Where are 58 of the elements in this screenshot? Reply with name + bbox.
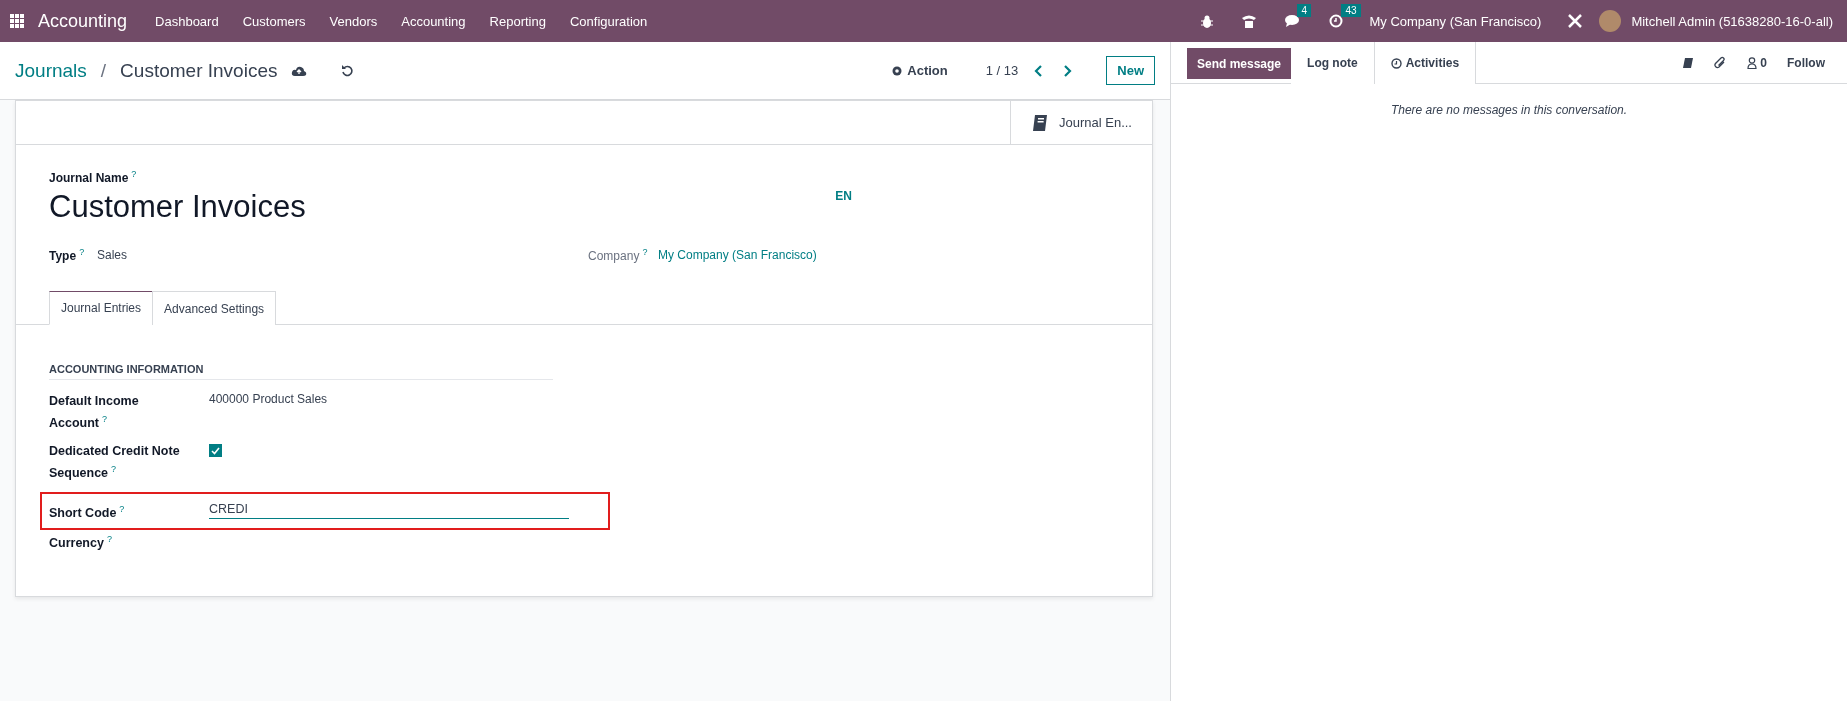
empty-conversation-message: There are no messages in this conversation. [1389, 103, 1629, 117]
field-label: Currency $^{?}$ [49, 533, 113, 553]
help-mark[interactable]: ? [131, 169, 137, 179]
user-menu[interactable]: Mitchell Admin (51638280-16-0-all) [1631, 13, 1833, 29]
app-name[interactable]: Accounting [38, 10, 128, 32]
journal-entries-smart-button[interactable]: Journal En... [1010, 101, 1152, 144]
cloud-upload-icon[interactable] [291, 64, 308, 77]
action-menu-button[interactable]: Action [885, 62, 954, 79]
gear-icon [891, 64, 904, 77]
clock-icon[interactable] [1329, 14, 1344, 28]
undo-icon[interactable] [341, 64, 355, 77]
new-button[interactable]: New [1106, 56, 1155, 85]
field-label: Default Income Account $^{?}$ [49, 393, 140, 433]
person-icon [1747, 56, 1758, 69]
book-icon [1031, 113, 1049, 132]
field-label: Short Code $^{?}$ [49, 503, 126, 523]
help-mark[interactable]: ? [119, 504, 125, 515]
message-count-badge: 4 [1297, 4, 1311, 17]
breadcrumb-link[interactable]: Journals [15, 59, 87, 82]
language-button[interactable]: EN [835, 189, 852, 203]
nav-menu-item[interactable]: Accounting [391, 13, 476, 29]
nav-menu-item[interactable]: Reporting [479, 13, 556, 29]
clock-icon [1390, 57, 1402, 69]
type-value: Sales [97, 248, 128, 262]
help-mark[interactable]: ? [106, 534, 112, 545]
activity-count-badge: 43 [1341, 4, 1361, 17]
breadcrumb-separator: / [100, 59, 107, 82]
activities-tab[interactable]: Activities [1373, 42, 1477, 84]
company-switcher[interactable]: My Company (San Francisco) [1359, 13, 1552, 29]
help-mark[interactable]: ? [111, 464, 117, 475]
follow-button[interactable]: Follow [1777, 42, 1835, 83]
pager-value[interactable]: 1 / 13 [985, 63, 1019, 78]
journal-name: Customer Invoices [49, 189, 306, 225]
field-label: Dedicated Credit Note Sequence $^{?}$ [49, 443, 181, 483]
help-mark[interactable]: ? [79, 247, 85, 257]
field-label: Type $^{?}$ [49, 247, 86, 263]
bug-icon[interactable] [1201, 14, 1214, 28]
company-link[interactable]: My Company (San Francisco) [658, 248, 817, 262]
form-tab[interactable]: Advanced Settings [152, 291, 277, 325]
phone-icon[interactable] [1241, 13, 1258, 29]
field-value: 400000 Product Sales [209, 392, 329, 406]
field-label: Company $^{?}$ [588, 247, 649, 263]
chat-icon[interactable] [1285, 14, 1302, 28]
section-title: ACCOUNTING INFORMATION [49, 363, 553, 380]
apps-menu-icon[interactable] [10, 14, 24, 28]
nav-menu-item[interactable]: Vendors [319, 13, 388, 29]
nav-menu-item[interactable]: Configuration [559, 13, 658, 29]
nav-menu-item[interactable]: Dashboard [145, 13, 229, 29]
send-message-button[interactable]: Send message [1187, 48, 1292, 79]
nav-menu-item[interactable]: Customers [232, 13, 316, 29]
form-tab[interactable]: Journal Entries [49, 291, 154, 325]
field-label: Journal Name $^{?}$ [49, 169, 138, 185]
input-field[interactable]: CREDI [209, 500, 569, 520]
help-mark[interactable]: ? [642, 247, 648, 257]
breadcrumb-current: Customer Invoices [120, 59, 278, 82]
checkbox[interactable] [209, 444, 222, 458]
followers-button[interactable]: 0 [1737, 42, 1777, 83]
help-mark[interactable]: ? [102, 414, 107, 424]
